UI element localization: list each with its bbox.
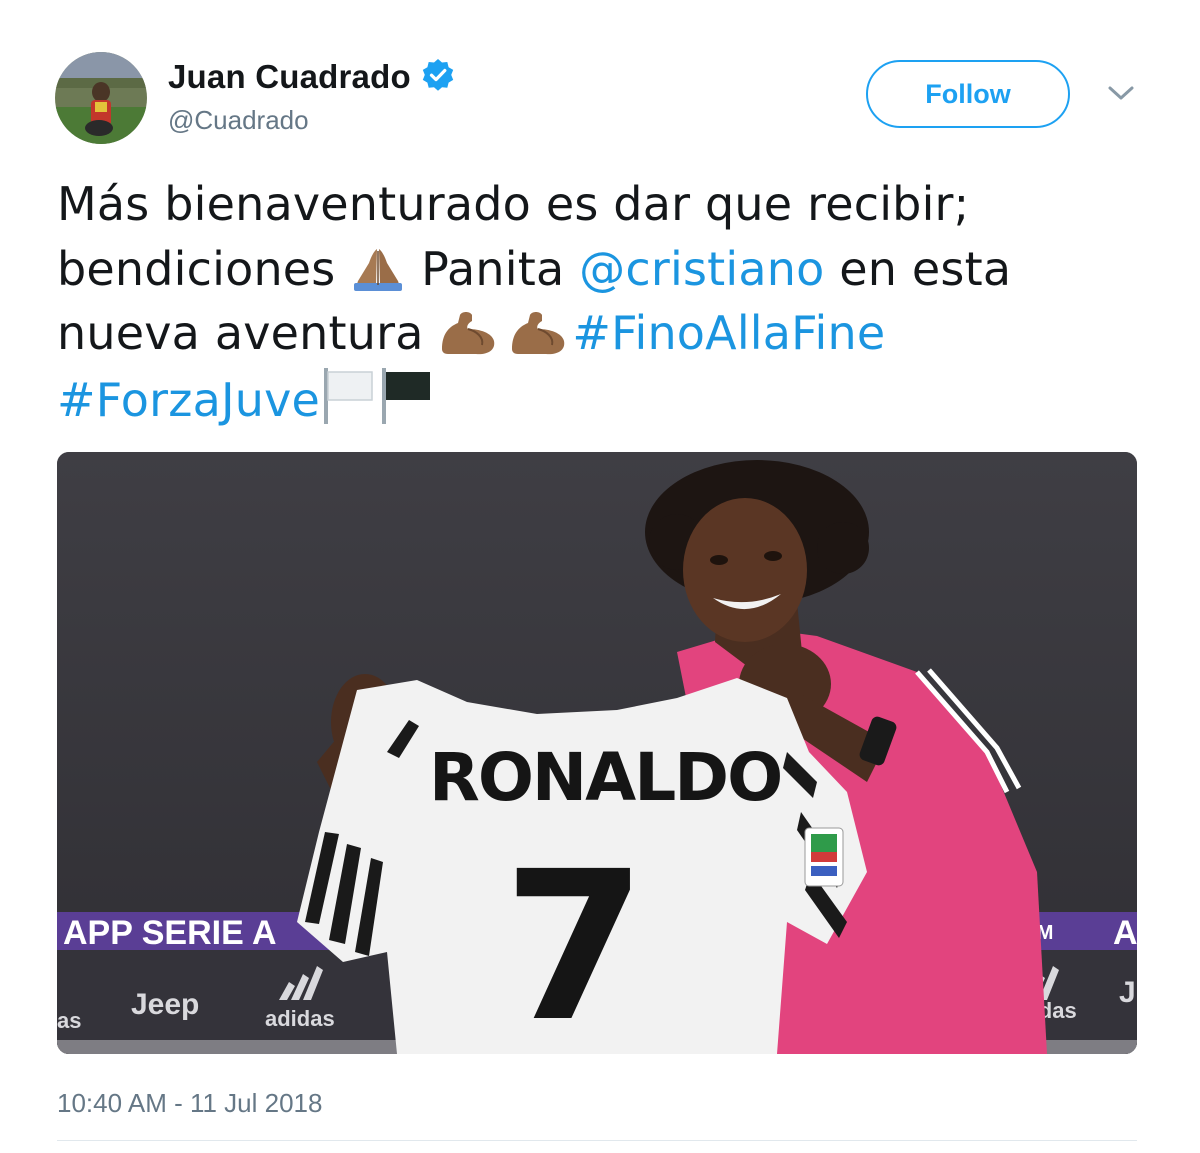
white-flag-emoji-icon [324, 367, 373, 424]
jersey-number: 7 [503, 827, 646, 1054]
tweet-card: Juan Cuadrado @Cuadrado Follow Más biena… [0, 0, 1200, 1153]
tweet-line-2-end: en esta [824, 241, 1012, 296]
tweet-line-1: Más bienaventurado es dar que recibir; [57, 177, 970, 231]
sponsor-fragment-right: J [1119, 976, 1136, 1009]
user-handle[interactable]: @Cuadrado [168, 105, 309, 136]
verified-badge-icon [422, 59, 454, 91]
chevron-down-icon[interactable] [1104, 80, 1138, 106]
tweet-line-2-mid: Panita [406, 241, 580, 296]
jersey-name: RONALDO [429, 739, 781, 816]
follow-button[interactable]: Follow [866, 60, 1070, 128]
banner-text-left: APP SERIE A [63, 914, 277, 952]
display-name[interactable]: Juan Cuadrado [168, 58, 411, 96]
tweet-line-2-start: bendiciones [57, 241, 351, 296]
avatar[interactable] [55, 52, 147, 144]
folded-hands-emoji-icon [354, 248, 403, 291]
tweet-photo[interactable]: APP SERIE A TIM A Jeep adidas adidas as … [57, 452, 1137, 1054]
sponsor-adidas-left: adidas [265, 1006, 335, 1031]
black-flag-emoji-icon [382, 367, 430, 424]
flexed-biceps-emoji-icon [442, 312, 565, 355]
divider [57, 1140, 1137, 1141]
tweet-text: Más bienaventurado es dar que recibir; b… [57, 172, 1147, 432]
hashtag-link-forza[interactable]: #ForzaJuve [57, 373, 320, 427]
banner-text-right: A [1113, 914, 1137, 952]
sponsor-jeep: Jeep [131, 988, 199, 1021]
tweet-line-3-start: nueva aventura [57, 306, 439, 360]
sponsor-fragment-left: as [57, 1008, 81, 1033]
tweet-timestamp[interactable]: 10:40 AM - 11 Jul 2018 [57, 1088, 322, 1119]
hashtag-link-fino[interactable]: #FinoAllaFine [572, 306, 885, 360]
mention-link[interactable]: @cristiano [579, 242, 824, 296]
